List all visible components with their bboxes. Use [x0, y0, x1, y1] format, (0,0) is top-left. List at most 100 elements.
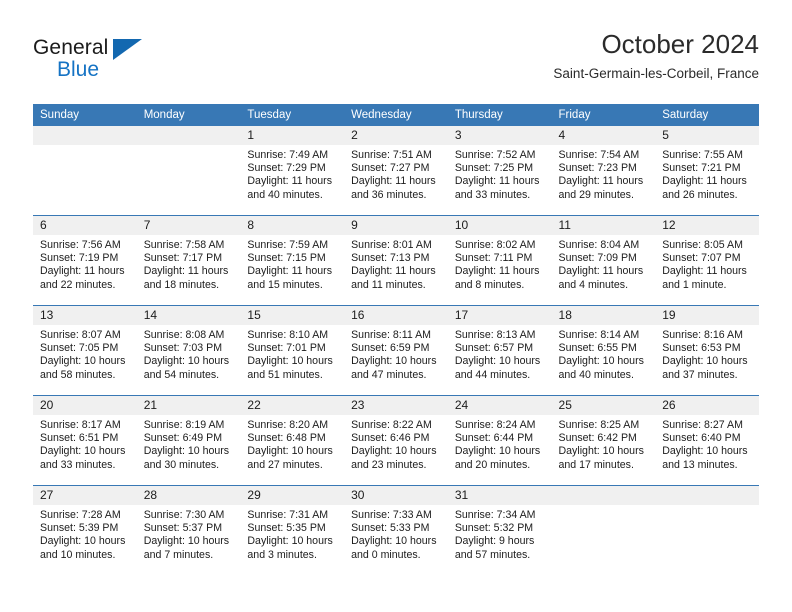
day-cell-inner: 26 Sunrise: 8:27 AM Sunset: 6:40 PM Dayligh…: [655, 396, 759, 485]
day-cell-inner: 25 Sunrise: 8:25 AM Sunset: 6:42 PM Dayligh…: [551, 396, 656, 485]
day-detail-line: and 20 minutes.: [454, 458, 531, 471]
calendar-day-cell[interactable]: 21 Sunrise: 8:19 AM Sunset: 6:49 PM Dayligh…: [136, 396, 241, 485]
calendar-day-cell[interactable]: 4 Sunrise: 7:54 AM Sunset: 7:23 PM Daylight…: [551, 126, 656, 215]
calendar-day-cell[interactable]: 1 Sunrise: 7:49 AM Sunset: 7:29 PM Daylight…: [240, 126, 345, 215]
day-cell-inner: 15 Sunrise: 8:10 AM Sunset: 7:01 PM Dayligh…: [240, 306, 345, 395]
day-number: 29: [240, 486, 345, 505]
weekday-header-saturday: Saturday: [655, 104, 759, 126]
day-detail-line: Sunrise: 8:20 AM: [247, 419, 329, 431]
calendar-day-cell[interactable]: 12 Sunrise: 8:05 AM Sunset: 7:07 PM Dayligh…: [655, 216, 759, 305]
day-detail-line: Sunset: 7:19 PM: [40, 252, 119, 265]
day-cell-inner: [136, 126, 241, 215]
day-details: Sunrise: 8:16 AM Sunset: 6:53 PM Daylight:…: [655, 325, 759, 382]
day-detail-line: Sunset: 7:05 PM: [40, 342, 119, 355]
day-details: Sunrise: 8:22 AM Sunset: 6:46 PM Daylight:…: [344, 415, 448, 472]
day-detail-line: Sunset: 6:55 PM: [558, 342, 637, 355]
day-details: Sunrise: 8:11 AM Sunset: 6:59 PM Daylight:…: [344, 325, 448, 382]
weekday-header-row: Sunday Monday Tuesday Wednesday Thursday…: [33, 104, 759, 126]
brand-name-general: General: [33, 36, 109, 59]
day-detail-line: and 33 minutes.: [40, 458, 116, 471]
day-detail-line: and 51 minutes.: [247, 368, 323, 381]
calendar-day-cell[interactable]: 29 Sunrise: 7:31 AM Sunset: 5:35 PM Dayligh…: [240, 486, 345, 575]
day-detail-line: Daylight: 10 hours: [143, 535, 230, 548]
calendar-page: General Blue October 2024 Saint-Germain-…: [0, 0, 792, 612]
day-cell-inner: [655, 486, 759, 575]
calendar-day-cell[interactable]: 3 Sunrise: 7:52 AM Sunset: 7:25 PM Daylight…: [447, 126, 552, 215]
day-detail-line: Daylight: 11 hours: [454, 265, 540, 278]
calendar-day-cell[interactable]: 28 Sunrise: 7:30 AM Sunset: 5:37 PM Dayligh…: [136, 486, 241, 575]
calendar-day-cell[interactable]: 18 Sunrise: 8:14 AM Sunset: 6:55 PM Dayligh…: [551, 306, 656, 395]
calendar-day-cell[interactable]: 31 Sunrise: 7:34 AM Sunset: 5:32 PM Dayligh…: [447, 486, 552, 575]
day-details: Sunrise: 7:49 AM Sunset: 7:29 PM Daylight:…: [240, 145, 344, 202]
day-detail-line: and 11 minutes.: [351, 278, 426, 291]
calendar-day-cell[interactable]: 24 Sunrise: 8:24 AM Sunset: 6:44 PM Dayligh…: [447, 396, 552, 485]
day-detail-line: Sunset: 5:39 PM: [40, 522, 119, 535]
day-detail-line: Sunrise: 8:17 AM: [40, 419, 121, 431]
calendar-day-cell[interactable]: 7 Sunrise: 7:58 AM Sunset: 7:17 PM Daylight…: [136, 216, 241, 305]
day-detail-line: Daylight: 10 hours: [662, 445, 748, 458]
day-cell-inner: 10 Sunrise: 8:02 AM Sunset: 7:11 PM Dayligh…: [447, 216, 552, 305]
day-detail-line: and 40 minutes.: [558, 368, 634, 381]
day-details: Sunrise: 8:02 AM Sunset: 7:11 PM Daylight:…: [448, 235, 552, 292]
calendar-day-cell[interactable]: 9 Sunrise: 8:01 AM Sunset: 7:13 PM Daylight…: [344, 216, 448, 305]
day-detail-line: Sunrise: 8:16 AM: [662, 329, 743, 341]
day-detail-line: and 18 minutes.: [143, 278, 220, 291]
day-detail-line: Daylight: 11 hours: [454, 175, 540, 188]
day-detail-line: Sunrise: 7:31 AM: [247, 509, 329, 521]
day-detail-line: Sunrise: 8:25 AM: [558, 419, 640, 431]
day-detail-line: Sunset: 6:44 PM: [454, 432, 534, 445]
day-number: 14: [136, 306, 241, 325]
calendar-day-cell[interactable]: 19 Sunrise: 8:16 AM Sunset: 6:53 PM Dayligh…: [655, 306, 759, 395]
calendar-day-cell[interactable]: 10 Sunrise: 8:02 AM Sunset: 7:11 PM Dayligh…: [447, 216, 552, 305]
calendar-day-cell[interactable]: 22 Sunrise: 8:20 AM Sunset: 6:48 PM Dayligh…: [240, 396, 345, 485]
day-details: Sunrise: 7:58 AM Sunset: 7:17 PM Daylight:…: [137, 235, 241, 292]
day-detail-line: Sunrise: 7:54 AM: [558, 149, 640, 161]
calendar-day-cell[interactable]: 13 Sunrise: 8:07 AM Sunset: 7:05 PM Dayligh…: [33, 306, 137, 395]
calendar-day-cell[interactable]: 8 Sunrise: 7:59 AM Sunset: 7:15 PM Daylight…: [240, 216, 345, 305]
calendar-day-cell[interactable]: 25 Sunrise: 8:25 AM Sunset: 6:42 PM Dayligh…: [551, 396, 656, 485]
calendar-day-cell[interactable]: 16 Sunrise: 8:11 AM Sunset: 6:59 PM Dayligh…: [344, 306, 448, 395]
calendar-day-cell[interactable]: 6 Sunrise: 7:56 AM Sunset: 7:19 PM Daylight…: [33, 216, 137, 305]
calendar-day-cell[interactable]: 30 Sunrise: 7:33 AM Sunset: 5:33 PM Dayligh…: [344, 486, 448, 575]
day-detail-line: Sunset: 7:03 PM: [143, 342, 223, 355]
day-number: 28: [136, 486, 241, 505]
calendar-day-cell[interactable]: 27 Sunrise: 7:28 AM Sunset: 5:39 PM Dayligh…: [33, 486, 137, 575]
day-detail-line: Sunset: 7:27 PM: [351, 162, 430, 175]
day-detail-line: Daylight: 10 hours: [247, 445, 333, 458]
day-detail-line: Sunset: 6:40 PM: [662, 432, 741, 445]
calendar-day-cell[interactable]: 2 Sunrise: 7:51 AM Sunset: 7:27 PM Daylight…: [344, 126, 448, 215]
day-cell-inner: 23 Sunrise: 8:22 AM Sunset: 6:46 PM Dayligh…: [344, 396, 448, 485]
title-block: October 2024 Saint-Germain-les-Corbeil, …: [553, 28, 759, 84]
day-number: 22: [240, 396, 345, 415]
day-number: [33, 126, 137, 145]
day-details: Sunrise: 7:28 AM Sunset: 5:39 PM Daylight:…: [33, 505, 137, 562]
day-detail-line: Sunrise: 7:56 AM: [40, 239, 121, 251]
day-detail-line: Daylight: 9 hours: [454, 535, 535, 548]
day-number: 10: [447, 216, 552, 235]
day-number: 6: [33, 216, 137, 235]
calendar-day-cell[interactable]: 26 Sunrise: 8:27 AM Sunset: 6:40 PM Dayligh…: [655, 396, 759, 485]
day-number: 25: [551, 396, 656, 415]
calendar-week-row: 20 Sunrise: 8:17 AM Sunset: 6:51 PM Dayligh…: [33, 396, 759, 485]
day-detail-line: Daylight: 10 hours: [558, 445, 644, 458]
day-detail-line: Sunset: 6:48 PM: [247, 432, 326, 445]
page-header: General Blue October 2024 Saint-Germain-…: [33, 28, 759, 98]
calendar-day-cell[interactable]: 17 Sunrise: 8:13 AM Sunset: 6:57 PM Dayligh…: [447, 306, 552, 395]
day-number: 7: [136, 216, 241, 235]
day-details: Sunrise: 7:30 AM Sunset: 5:37 PM Daylight:…: [137, 505, 241, 562]
day-cell-inner: 13 Sunrise: 8:07 AM Sunset: 7:05 PM Dayligh…: [33, 306, 137, 395]
calendar-day-cell[interactable]: 11 Sunrise: 8:04 AM Sunset: 7:09 PM Dayligh…: [551, 216, 656, 305]
day-cell-inner: 9 Sunrise: 8:01 AM Sunset: 7:13 PM Daylight…: [344, 216, 448, 305]
calendar-day-cell[interactable]: 23 Sunrise: 8:22 AM Sunset: 6:46 PM Dayligh…: [344, 396, 448, 485]
day-details: Sunrise: 8:27 AM Sunset: 6:40 PM Daylight:…: [655, 415, 759, 472]
calendar-day-cell[interactable]: 5 Sunrise: 7:55 AM Sunset: 7:21 PM Daylight…: [655, 126, 759, 215]
day-detail-line: Daylight: 10 hours: [454, 355, 541, 368]
day-detail-line: Sunrise: 8:27 AM: [662, 419, 743, 431]
day-details: Sunrise: 8:13 AM Sunset: 6:57 PM Daylight:…: [448, 325, 552, 382]
day-detail-line: and 47 minutes.: [351, 368, 427, 381]
calendar-week-row: 27 Sunrise: 7:28 AM Sunset: 5:39 PM Dayligh…: [33, 486, 759, 575]
calendar-day-cell[interactable]: 14 Sunrise: 8:08 AM Sunset: 7:03 PM Dayligh…: [136, 306, 241, 395]
day-detail-line: Sunset: 7:09 PM: [558, 252, 637, 265]
calendar-day-cell[interactable]: 20 Sunrise: 8:17 AM Sunset: 6:51 PM Dayligh…: [33, 396, 137, 485]
calendar-day-cell[interactable]: 15 Sunrise: 8:10 AM Sunset: 7:01 PM Dayligh…: [240, 306, 345, 395]
